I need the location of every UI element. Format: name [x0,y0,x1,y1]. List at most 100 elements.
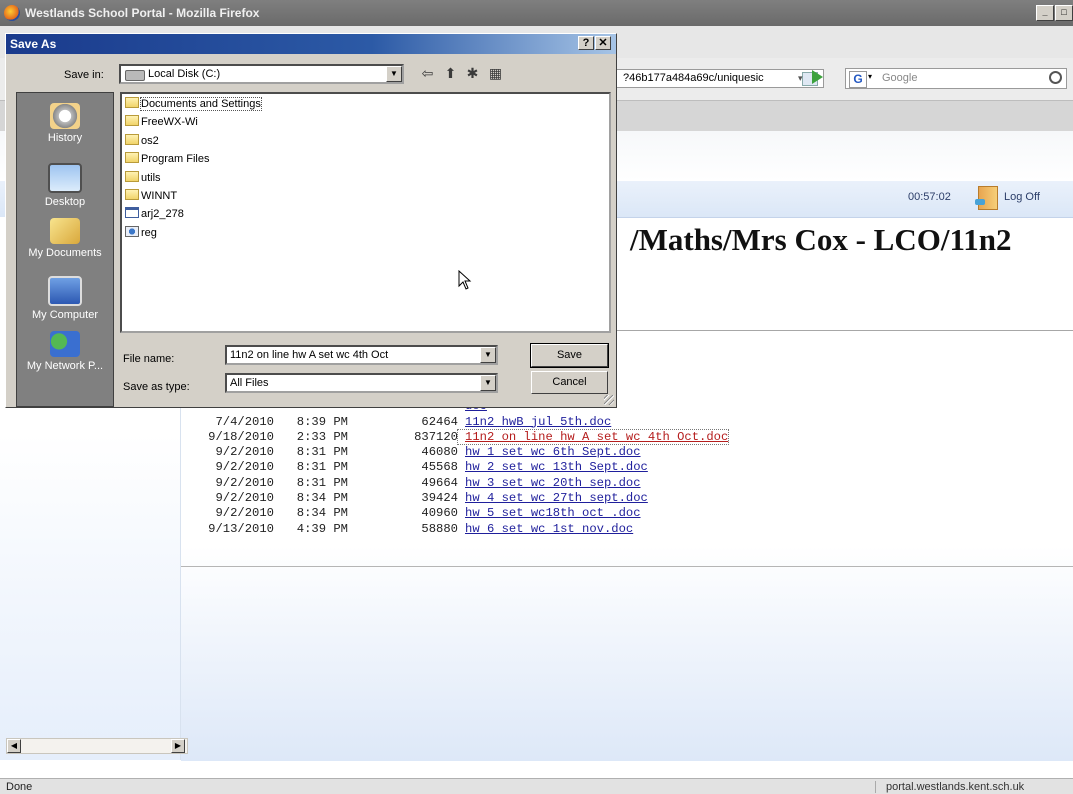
session-timer: 00:57:02 [908,191,951,203]
firefox-logo-icon [4,5,20,21]
cancel-button[interactable]: Cancel [531,371,608,394]
place-label: Desktop [44,196,86,208]
place-desktop[interactable]: Desktop [17,163,113,208]
folder-icon [125,97,139,108]
file-row: 9/2/2010 8:34 PM 39424 hw 4 set wc 27th sep… [194,491,728,506]
resize-grip-icon[interactable] [604,395,614,405]
up-folder-icon[interactable]: ⬆ [442,65,459,81]
file-row: 9/2/2010 8:31 PM 45568 hw 2 set wc 13th Sep… [194,460,728,475]
file-date: 9/2/2010 [215,506,274,521]
file-link[interactable]: hw 5 set wc18th oct .doc [458,506,641,520]
go-button[interactable] [812,70,823,84]
folder-item-name: FreeWX-Wi [141,116,198,129]
folder-icon [125,152,139,164]
file-link[interactable]: hw 6 set wc 1st nov.doc [458,522,633,536]
local-disk-icon [125,70,145,81]
my-documents-icon [50,218,80,244]
folder-contents-list[interactable]: Documents and Settings FreeWX-Wi os2 Progra… [120,92,611,333]
help-button[interactable]: ? [578,36,594,50]
file-row: 9/2/2010 8:31 PM 49664 hw 3 set wc 20th sep… [194,476,728,491]
file-link[interactable]: hw 3 set wc 20th sep.doc [458,476,641,490]
folder-item[interactable]: FreeWX-Wi [125,114,198,130]
save-type-chevron-icon[interactable]: ▼ [480,375,496,391]
my-network-places-icon [50,331,80,357]
folder-item-name: reg [141,226,157,239]
file-time: 8:31 PM [296,460,348,475]
place-mydocs[interactable]: My Documents [17,218,113,259]
folder-item[interactable]: Program Files [125,151,209,167]
file-size: 39424 [421,491,458,506]
listing-divider [181,566,1073,567]
file-date: 7/4/2010 [215,414,274,429]
url-text: ?46b177a484a69c/uniquesic [623,72,764,84]
folder-item[interactable]: os2 [125,133,159,149]
url-bar[interactable]: ?46b177a484a69c/uniquesic [612,69,824,88]
scroll-right-arrow-icon[interactable]: ▶ [171,739,185,753]
file-row: 7/4/2010 8:39 PM 62464 11n2 hwB jul 5th.doc [194,415,728,430]
file-date: 9/2/2010 [215,445,274,460]
folder-item[interactable]: reg [125,225,157,241]
place-mycomp[interactable]: My Computer [17,276,113,321]
file-name-label: File name: [123,353,175,365]
place-label: My Computer [31,309,99,321]
folder-item[interactable]: arj2_278 [125,206,184,222]
chevron-down-icon[interactable]: ▼ [386,66,402,82]
file-link[interactable]: hw 2 set wc 13th Sept.doc [458,460,648,474]
maximize-button[interactable]: □ [1055,5,1073,21]
scroll-left-arrow-icon[interactable]: ◀ [7,739,21,753]
folder-item[interactable]: WINNT [125,188,177,204]
file-row: 9/13/2010 4:39 PM 58880 hw 6 set wc 1st nov… [194,522,728,537]
search-box[interactable]: G ▾ Google [845,68,1067,89]
file-date: 9/13/2010 [208,521,274,536]
horizontal-scrollbar[interactable]: ◀ ▶ [6,738,188,754]
file-name-dropdown-icon[interactable]: ▼ [480,347,496,363]
search-engine-dropdown-icon[interactable]: ▾ [868,72,872,81]
search-icon[interactable] [1049,71,1062,84]
folder-item-name: arj2_278 [141,208,184,221]
places-bar: History Desktop My Documents My Computer My … [16,92,114,407]
folder-item[interactable]: utils [125,170,161,186]
file-time: 8:39 PM [296,414,348,429]
file-size: 837120 [414,429,458,444]
file-row: 9/2/2010 8:31 PM 46080 hw 1 set wc 6th Sept… [194,445,728,460]
folder-item[interactable]: Documents and Settings [125,96,262,112]
save-button[interactable]: Save [530,343,609,368]
folder-item-name: WINNT [141,190,178,202]
file-link[interactable]: 11n2 on line hw A set wc 4th Oct.doc [456,428,730,445]
file-date: 9/18/2010 [208,429,274,444]
browser-title: Westlands School Portal - Mozilla Firefo… [25,6,260,20]
logoff-link[interactable]: Log Off [1004,191,1040,203]
status-url: portal.westlands.kent.sch.uk [875,781,1073,793]
view-menu-icon[interactable]: ▦ [487,65,504,81]
folder-icon [125,170,139,182]
file-time: 8:31 PM [296,475,348,490]
history-icon [50,103,80,129]
close-button[interactable]: ✕ [595,36,611,50]
file-time: 4:39 PM [296,521,348,536]
my-computer-icon [48,276,82,306]
file-size: 58880 [421,521,458,536]
file-link[interactable]: hw 1 set wc 6th Sept.doc [458,445,641,459]
new-folder-icon[interactable]: ✱ [464,65,481,81]
google-icon[interactable]: G [849,71,867,88]
file-link[interactable]: 11n2 hwB jul 5th.doc [458,415,611,429]
file-name-field[interactable]: 11n2 on line hw A set wc 4th Oct ▼ [225,345,498,365]
search-placeholder: Google [882,72,918,84]
browser-title-bar: Westlands School Portal - Mozilla Firefo… [0,0,1073,26]
save-type-dropdown[interactable]: All Files ▼ [225,373,498,393]
logoff-door-icon[interactable] [975,186,998,210]
save-in-value: Local Disk (C:) [148,68,221,80]
save-in-dropdown[interactable]: Local Disk (C:) ▼ [119,64,404,84]
file-link[interactable]: hw 4 set wc 27th sept.doc [458,491,648,505]
url-dropdown-icon[interactable]: ▾ [798,69,803,88]
file-date: 9/2/2010 [215,460,274,475]
place-history[interactable]: History [17,103,113,144]
desktop-icon [48,163,82,193]
save-as-dialog: Save As ? ✕ Save in: Local Disk (C:) ▼ ⇦… [5,33,617,408]
minimize-button[interactable]: _ [1036,5,1054,21]
back-arrow-icon[interactable]: ⇦ [419,65,436,81]
dialog-title: Save As [10,37,57,51]
place-mynet[interactable]: My Network P... [17,331,113,372]
file-size: 45568 [421,460,458,475]
folder-icon [125,189,139,200]
